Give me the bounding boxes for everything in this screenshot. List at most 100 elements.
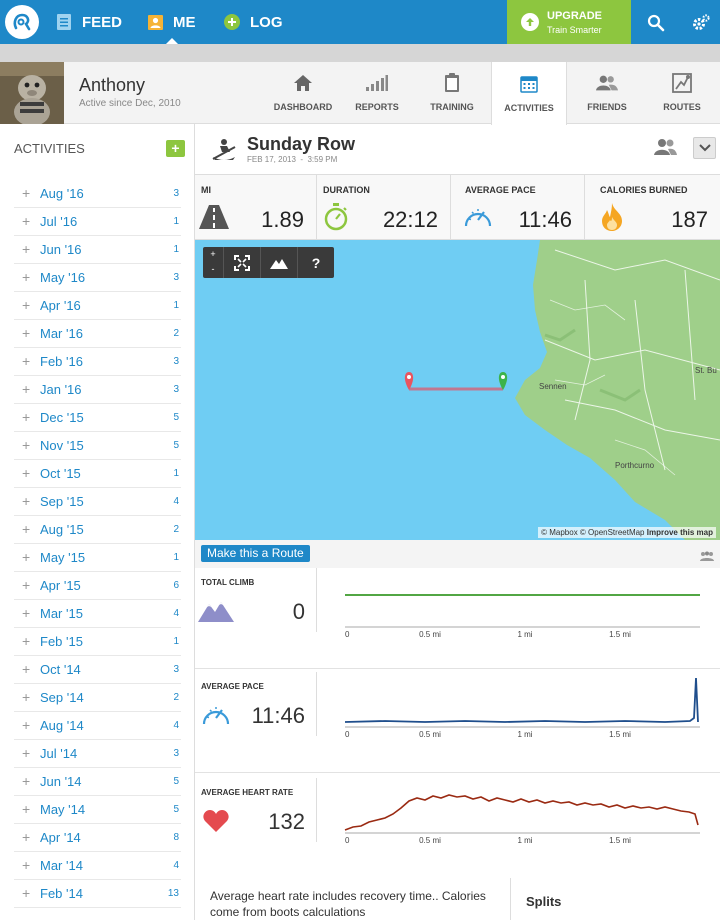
expand-plus-icon[interactable]: + bbox=[22, 185, 30, 201]
expand-plus-icon[interactable]: + bbox=[22, 885, 30, 901]
expand-plus-icon[interactable]: + bbox=[22, 325, 30, 341]
sidebar-month-item[interactable]: + Aug '16 3 bbox=[14, 180, 181, 208]
expand-plus-icon[interactable]: + bbox=[22, 269, 30, 285]
month-label[interactable]: Jun '16 bbox=[40, 242, 82, 257]
expand-plus-icon[interactable]: + bbox=[22, 381, 30, 397]
month-label[interactable]: Feb '16 bbox=[40, 354, 83, 369]
expand-plus-icon[interactable]: + bbox=[22, 213, 30, 229]
sidebar-month-item[interactable]: + Aug '15 2 bbox=[14, 516, 181, 544]
sidebar-month-item[interactable]: + Mar '14 4 bbox=[14, 852, 181, 880]
month-label[interactable]: Feb '15 bbox=[40, 634, 83, 649]
month-label[interactable]: Dec '15 bbox=[40, 410, 84, 425]
sidebar-month-item[interactable]: + Jan '16 3 bbox=[14, 376, 181, 404]
month-label[interactable]: May '14 bbox=[40, 802, 85, 817]
month-label[interactable]: Apr '15 bbox=[40, 578, 81, 593]
month-label[interactable]: Sep '15 bbox=[40, 494, 84, 509]
expand-plus-icon[interactable]: + bbox=[22, 689, 30, 705]
expand-plus-icon[interactable]: + bbox=[22, 661, 30, 677]
expand-plus-icon[interactable]: + bbox=[22, 297, 30, 313]
expand-plus-icon[interactable]: + bbox=[22, 241, 30, 257]
terrain-icon[interactable] bbox=[260, 247, 297, 278]
zoom-in-button[interactable]: + bbox=[203, 247, 223, 262]
upgrade-button[interactable]: UPGRADE Train Smarter bbox=[507, 0, 631, 44]
sidebar-month-item[interactable]: + Mar '15 4 bbox=[14, 600, 181, 628]
pace-chart[interactable]: 0 0.5 mi 1 mi 1.5 mi bbox=[325, 672, 720, 742]
avatar[interactable] bbox=[0, 62, 64, 124]
tag-friends-icon[interactable] bbox=[653, 138, 677, 156]
activity-options-dropdown[interactable] bbox=[693, 137, 716, 159]
expand-plus-icon[interactable]: + bbox=[22, 829, 30, 845]
month-label[interactable]: May '15 bbox=[40, 550, 85, 565]
month-label[interactable]: Oct '15 bbox=[40, 466, 81, 481]
sidebar-month-item[interactable]: + May '14 5 bbox=[14, 796, 181, 824]
sidebar-month-item[interactable]: + Oct '14 3 bbox=[14, 656, 181, 684]
expand-plus-icon[interactable]: + bbox=[22, 745, 30, 761]
month-label[interactable]: Oct '14 bbox=[40, 662, 81, 677]
month-label[interactable]: Jul '14 bbox=[40, 746, 77, 761]
sidebar-month-item[interactable]: + Nov '15 5 bbox=[14, 432, 181, 460]
profile-name[interactable]: Anthony bbox=[79, 75, 145, 96]
expand-plus-icon[interactable]: + bbox=[22, 465, 30, 481]
month-label[interactable]: May '16 bbox=[40, 270, 85, 285]
climb-chart[interactable]: 0 0.5 mi 1 mi 1.5 mi bbox=[325, 568, 720, 638]
sidebar-month-item[interactable]: + Dec '15 5 bbox=[14, 404, 181, 432]
month-label[interactable]: Aug '14 bbox=[40, 718, 84, 733]
expand-plus-icon[interactable]: + bbox=[22, 437, 30, 453]
sidebar-month-item[interactable]: + May '15 1 bbox=[14, 544, 181, 572]
month-label[interactable]: Nov '15 bbox=[40, 438, 84, 453]
settings-gear-icon[interactable] bbox=[690, 12, 712, 34]
help-button[interactable]: ? bbox=[297, 247, 334, 278]
sidebar-month-item[interactable]: + Jul '14 3 bbox=[14, 740, 181, 768]
add-activity-button[interactable]: + bbox=[166, 140, 185, 157]
month-label[interactable]: Jun '14 bbox=[40, 774, 82, 789]
month-label[interactable]: Apr '16 bbox=[40, 298, 81, 313]
sidebar-month-item[interactable]: + Apr '15 6 bbox=[14, 572, 181, 600]
sidebar-month-item[interactable]: + Feb '16 3 bbox=[14, 348, 181, 376]
nav-log[interactable]: LOG bbox=[224, 0, 283, 44]
expand-plus-icon[interactable]: + bbox=[22, 577, 30, 593]
month-label[interactable]: Aug '16 bbox=[40, 186, 84, 201]
fullscreen-icon[interactable] bbox=[223, 247, 260, 278]
month-label[interactable]: Mar '14 bbox=[40, 858, 83, 873]
heart-rate-chart[interactable]: 0 0.5 mi 1 mi 1.5 mi bbox=[325, 778, 720, 848]
expand-plus-icon[interactable]: + bbox=[22, 493, 30, 509]
month-label[interactable]: Sep '14 bbox=[40, 690, 84, 705]
improve-map-link[interactable]: Improve this map bbox=[647, 528, 713, 537]
tab-activities[interactable]: ACTIVITIES bbox=[491, 62, 567, 125]
zoom-out-button[interactable]: - bbox=[203, 262, 223, 277]
sidebar-month-item[interactable]: + Feb '15 1 bbox=[14, 628, 181, 656]
month-label[interactable]: Aug '15 bbox=[40, 522, 84, 537]
month-label[interactable]: Mar '16 bbox=[40, 326, 83, 341]
expand-plus-icon[interactable]: + bbox=[22, 521, 30, 537]
expand-plus-icon[interactable]: + bbox=[22, 633, 30, 649]
expand-plus-icon[interactable]: + bbox=[22, 409, 30, 425]
sidebar-month-item[interactable]: + Sep '14 2 bbox=[14, 684, 181, 712]
route-map[interactable]: Sennen St. Bu Porthcurno + - ? © Mapbox … bbox=[195, 240, 720, 540]
expand-plus-icon[interactable]: + bbox=[22, 773, 30, 789]
runkeeper-logo[interactable] bbox=[5, 5, 39, 39]
sidebar-month-item[interactable]: + May '16 3 bbox=[14, 264, 181, 292]
sidebar-month-item[interactable]: + Jun '16 1 bbox=[14, 236, 181, 264]
sidebar-month-item[interactable]: + Aug '14 4 bbox=[14, 712, 181, 740]
tab-training[interactable]: TRAINING bbox=[416, 62, 488, 124]
sidebar-month-item[interactable]: + Feb '14 13 bbox=[14, 880, 181, 908]
tab-dashboard[interactable]: DASHBOARD bbox=[266, 62, 340, 124]
nav-feed[interactable]: FEED bbox=[56, 0, 122, 44]
expand-plus-icon[interactable]: + bbox=[22, 353, 30, 369]
expand-plus-icon[interactable]: + bbox=[22, 717, 30, 733]
tab-friends[interactable]: FRIENDS bbox=[569, 62, 645, 124]
month-label[interactable]: Apr '14 bbox=[40, 830, 81, 845]
sidebar-month-item[interactable]: + Oct '15 1 bbox=[14, 460, 181, 488]
sidebar-month-item[interactable]: + Apr '14 8 bbox=[14, 824, 181, 852]
expand-plus-icon[interactable]: + bbox=[22, 857, 30, 873]
month-label[interactable]: Feb '14 bbox=[40, 886, 83, 901]
month-label[interactable]: Mar '15 bbox=[40, 606, 83, 621]
month-label[interactable]: Jul '16 bbox=[40, 214, 77, 229]
sidebar-month-item[interactable]: + Jul '16 1 bbox=[14, 208, 181, 236]
expand-plus-icon[interactable]: + bbox=[22, 549, 30, 565]
sidebar-month-item[interactable]: + Jun '14 5 bbox=[14, 768, 181, 796]
sidebar-month-item[interactable]: + Mar '16 2 bbox=[14, 320, 181, 348]
people-icon[interactable] bbox=[700, 548, 714, 561]
tab-routes[interactable]: ROUTES bbox=[647, 62, 717, 124]
month-label[interactable]: Jan '16 bbox=[40, 382, 82, 397]
